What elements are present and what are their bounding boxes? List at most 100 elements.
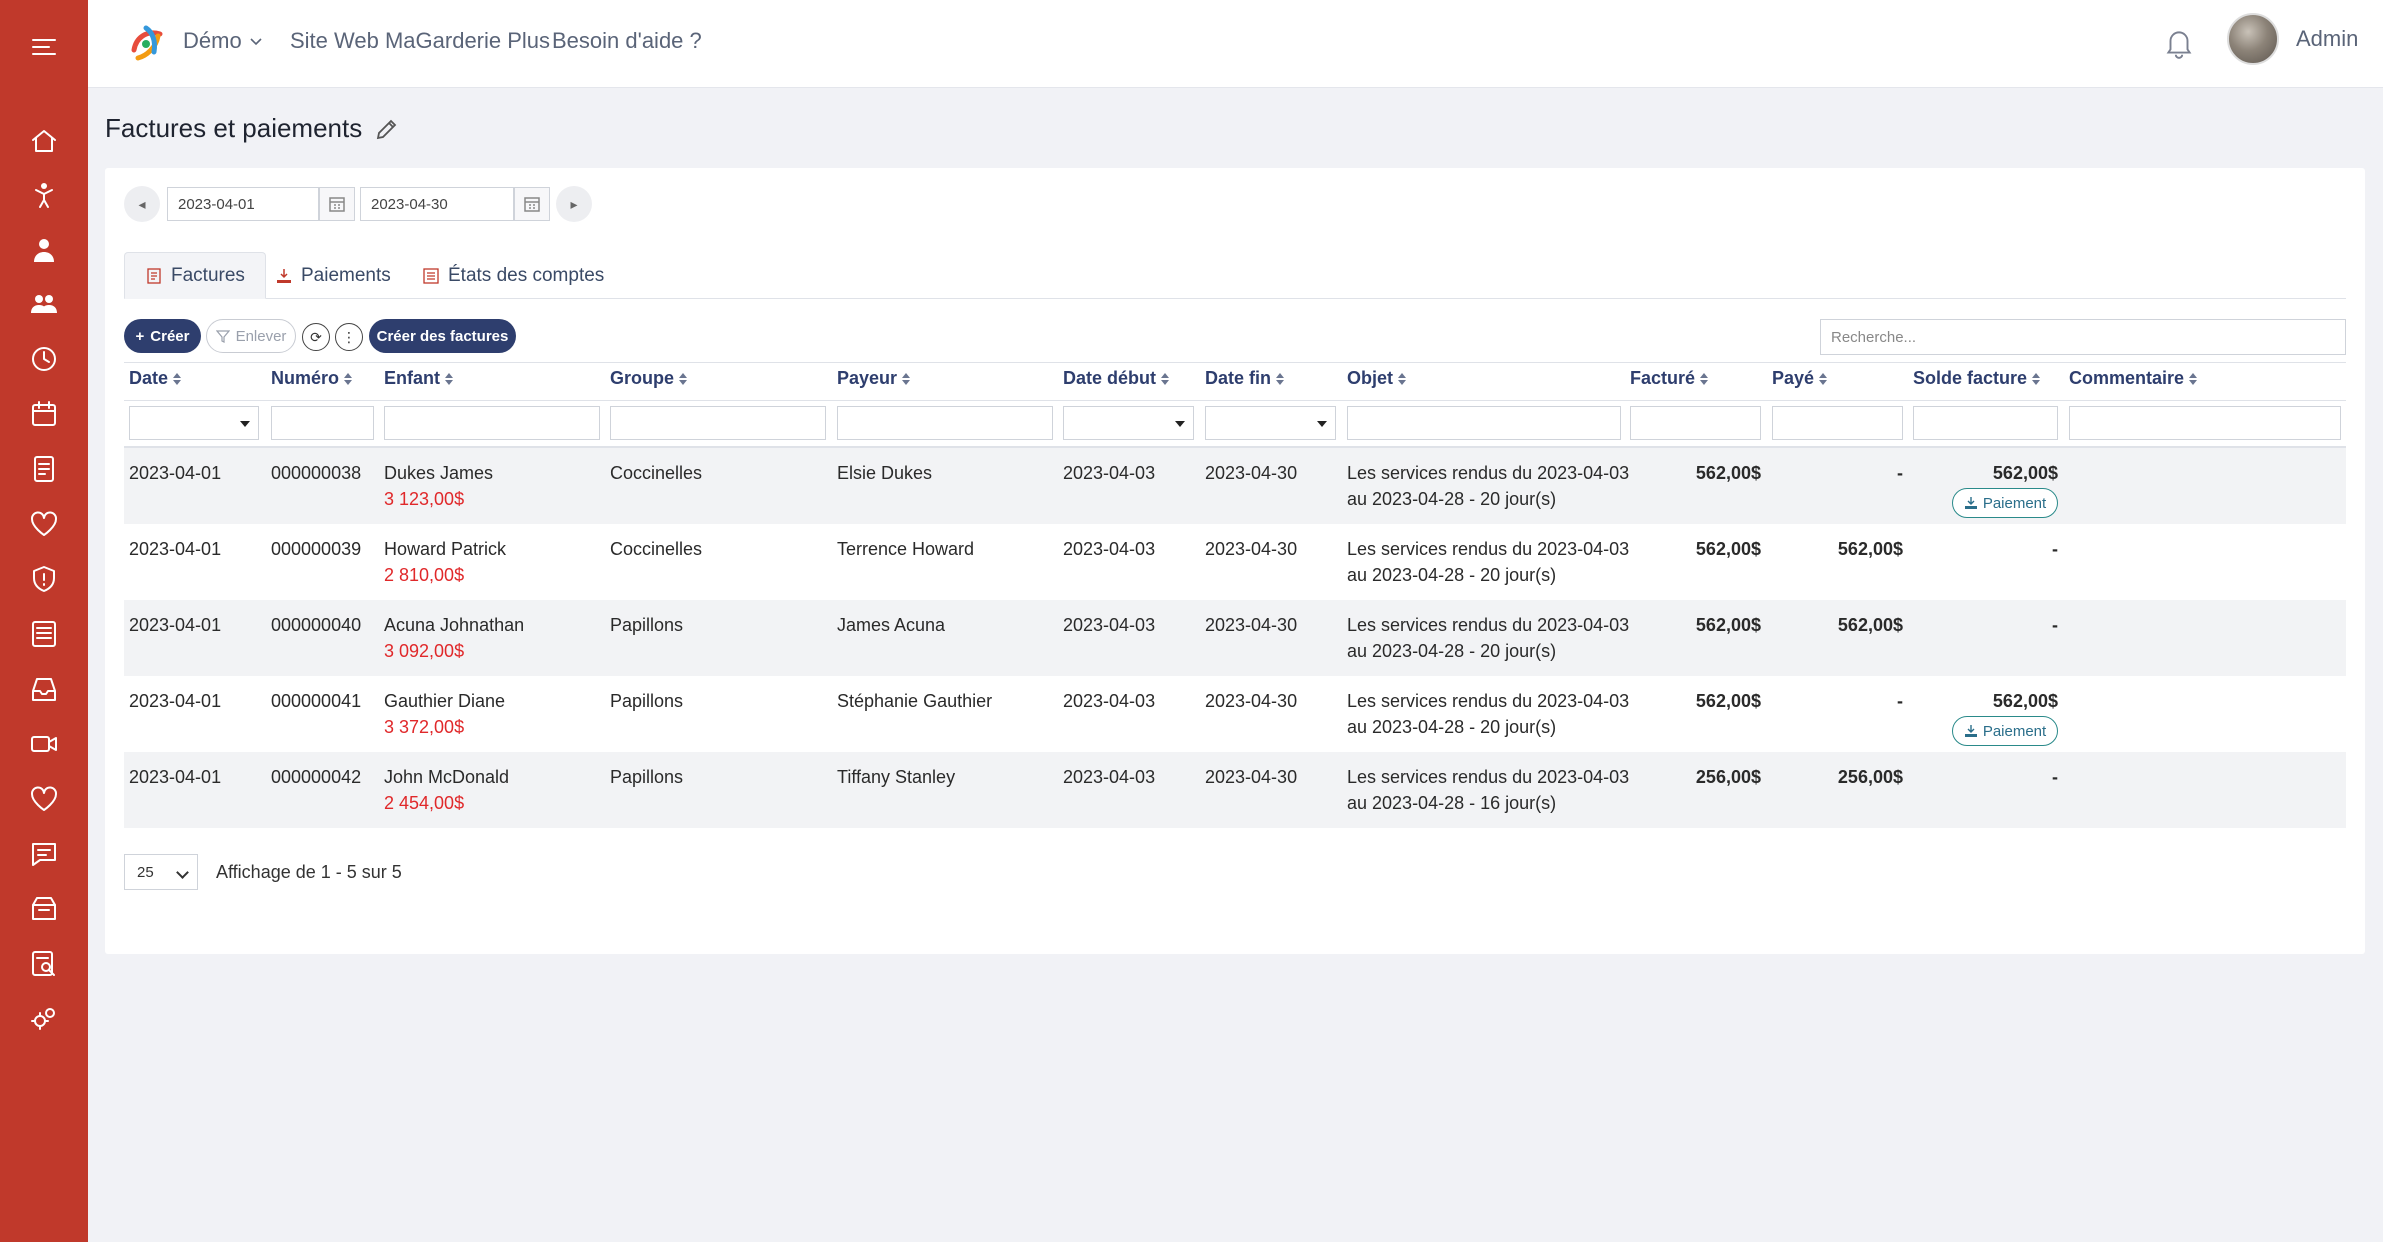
create-button[interactable]: + Créer [124,319,201,353]
remove-label: Enlever [235,327,287,345]
child-icon[interactable] [0,172,88,218]
tab-etats-des-comptes[interactable]: États des comptes [402,252,624,299]
inbox-icon[interactable] [0,666,88,712]
staff-icon[interactable] [0,227,88,273]
filter-commentaire[interactable] [2069,406,2341,440]
cell-solde: - [2052,767,2058,787]
help-link[interactable]: Besoin d'aide ? [552,28,702,54]
filter-payeur[interactable] [837,406,1053,440]
cell-enfant[interactable]: Dukes James [384,460,493,486]
gears-icon[interactable] [0,996,88,1042]
table-row[interactable]: 2023-04-01 000000042 John McDonald 2 454,00… [124,752,2346,828]
cell-facture: 562,00$ [1695,539,1761,559]
cell-payeur[interactable]: Terrence Howard [837,539,974,559]
filter-objet[interactable] [1347,406,1621,440]
column-label: Payeur [837,368,898,388]
org-selector[interactable]: Démo [183,28,264,54]
filter-fin[interactable] [1205,406,1336,440]
column-header-enfant[interactable]: Enfant [384,368,454,389]
cell-numero: 000000042 [271,767,362,787]
cell-payeur[interactable]: James Acuna [837,615,945,635]
shield-icon[interactable] [0,556,88,602]
page-size-select[interactable]: 25 [124,854,198,890]
heart-icon[interactable] [0,776,88,822]
filter-solde[interactable] [1913,406,2058,440]
cell-groupe: Coccinelles [610,463,703,483]
sort-icon [1819,372,1828,385]
website-link[interactable]: Site Web MaGarderie Plus [290,28,550,54]
table-row[interactable]: 2023-04-01 000000038 Dukes James 3 123,00$ C… [124,448,2346,524]
tab-factures[interactable]: Factures [124,252,266,299]
column-header-date[interactable]: Date [129,368,182,389]
heart-icon[interactable] [0,501,88,547]
prev-period-button[interactable]: ◂ [124,186,160,222]
end-calendar-button[interactable] [514,187,550,221]
column-header-groupe[interactable]: Groupe [610,368,688,389]
payment-button[interactable]: Paiement [1952,716,2058,746]
tab-paiements[interactable]: Paiements [255,252,411,299]
cell-enfant[interactable]: Howard Patrick [384,536,506,562]
search-report-icon[interactable] [0,941,88,987]
filter-debut[interactable] [1063,406,1194,440]
more-options-icon[interactable]: ⋮ [335,323,363,351]
table-row[interactable]: 2023-04-01 000000040 Acuna Johnathan 3 092,… [124,600,2346,676]
invoice-icon[interactable] [0,446,88,492]
filter-enfant[interactable] [384,406,600,440]
column-header-fin[interactable]: Date fin [1205,368,1285,389]
home-icon[interactable] [0,118,88,164]
column-label: Payé [1772,368,1815,388]
page-title: Factures et paiements [105,113,400,144]
column-header-solde[interactable]: Solde facture [1913,368,2041,389]
cell-enfant[interactable]: John McDonald [384,764,509,790]
start-date-input[interactable]: 2023-04-01 [167,187,319,221]
filter-facture[interactable] [1630,406,1761,440]
column-header-paye[interactable]: Payé [1772,368,1828,389]
cell-payeur[interactable]: Tiffany Stanley [837,767,955,787]
cell-groupe: Papillons [610,615,684,635]
payment-button[interactable]: Paiement [1952,488,2058,518]
remove-button[interactable]: Enlever [206,319,296,353]
video-icon[interactable] [0,721,88,767]
table-row[interactable]: 2023-04-01 000000041 Gauthier Diane 3 372,0… [124,676,2346,752]
bell-icon[interactable] [2162,26,2196,60]
cell-facture: 256,00$ [1695,767,1761,787]
user-name[interactable]: Admin [2296,26,2358,52]
calendar-icon[interactable] [0,391,88,437]
cell-enfant[interactable]: Acuna Johnathan [384,612,524,638]
group-icon[interactable] [0,281,88,327]
column-header-commentaire[interactable]: Commentaire [2069,368,2198,389]
start-calendar-button[interactable] [319,187,355,221]
avatar[interactable] [2227,13,2279,65]
message-icon[interactable] [0,831,88,877]
cell-date-fin: 2023-04-30 [1205,539,1298,559]
column-header-objet[interactable]: Objet [1347,368,1407,389]
search-input[interactable]: Recherche... [1820,319,2346,355]
cell-payeur[interactable]: Stéphanie Gauthier [837,691,992,711]
column-header-numero[interactable]: Numéro [271,368,353,389]
filter-paye[interactable] [1772,406,1903,440]
cell-numero: 000000038 [271,463,362,483]
column-label: Date début [1063,368,1157,388]
cell-paye: - [1897,691,1903,711]
menu-icon[interactable] [0,24,88,70]
cell-payeur[interactable]: Elsie Dukes [837,463,932,483]
archive-icon[interactable] [0,886,88,932]
cell-date: 2023-04-01 [129,767,222,787]
table-row[interactable]: 2023-04-01 000000039 Howard Patrick 2 810,0… [124,524,2346,600]
pencil-icon[interactable] [374,116,400,142]
filter-date[interactable] [129,406,259,440]
clock-icon[interactable] [0,336,88,382]
refresh-icon[interactable]: ⟳ [302,323,330,351]
end-date-input[interactable]: 2023-04-30 [360,187,514,221]
column-header-debut[interactable]: Date début [1063,368,1170,389]
report-icon[interactable] [0,611,88,657]
column-header-facture[interactable]: Facturé [1630,368,1709,389]
create-invoices-button[interactable]: Créer des factures [369,319,516,353]
logo[interactable] [124,20,172,68]
next-period-button[interactable]: ▸ [556,186,592,222]
column-header-payeur[interactable]: Payeur [837,368,911,389]
sort-icon [344,372,353,385]
filter-numero[interactable] [271,406,374,440]
cell-enfant[interactable]: Gauthier Diane [384,688,505,714]
filter-groupe[interactable] [610,406,826,440]
